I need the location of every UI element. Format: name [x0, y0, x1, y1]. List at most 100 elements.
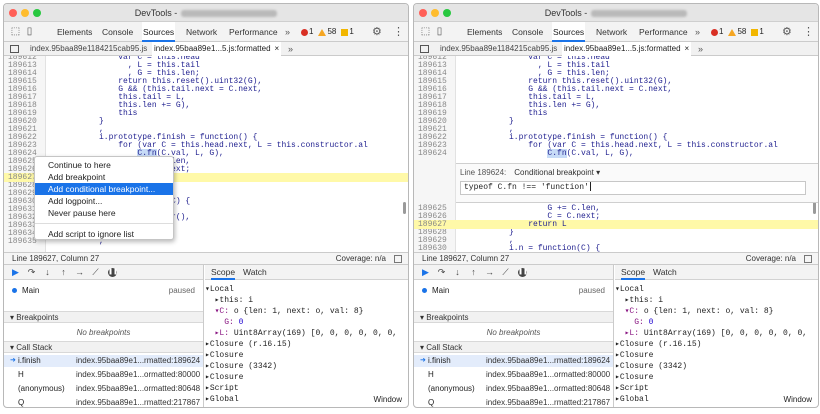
scope-var-g[interactable]: G: 0	[615, 317, 818, 328]
call-frame[interactable]: ➜ i.finish index.95baa89e1...rmatted:18962…	[414, 355, 613, 367]
line-number[interactable]: 189613	[8, 61, 44, 70]
line-number[interactable]: 189619	[418, 109, 454, 118]
code-line[interactable]: 189614 , G = this.len;	[4, 69, 408, 78]
resume-icon[interactable]: ▶	[420, 267, 431, 278]
settings-gear-icon[interactable]: ⚙	[782, 25, 792, 38]
frame-location[interactable]: index.95baa89e1...rmatted:189624	[486, 355, 610, 367]
code-line[interactable]: 189622 i.prototype.finish = function() {	[4, 133, 408, 142]
scope-local[interactable]: ▾Local	[615, 284, 818, 295]
code-line[interactable]: 189623 for (var C = this.head.next, L = …	[4, 141, 408, 150]
call-frame[interactable]: Qindex.95baa89e1...rmatted:217867	[4, 397, 203, 407]
line-number[interactable]: 189614	[418, 69, 454, 78]
toggle-panel-icon[interactable]	[804, 255, 812, 263]
code-line[interactable]: 189612 var C = this.head	[4, 56, 408, 62]
code-line[interactable]: 189614 , G = this.len;	[414, 69, 818, 78]
scope-closure[interactable]: ▸Closure (r.16.15)	[615, 339, 818, 350]
more-files-button[interactable]: »	[288, 42, 293, 56]
line-number[interactable]: 189625	[418, 204, 454, 213]
line-number[interactable]: 189613	[418, 61, 454, 70]
frame-location[interactable]: index.95baa89e1...ormatted:80648	[76, 383, 200, 395]
line-number[interactable]: 189626	[418, 212, 454, 221]
frame-location[interactable]: index.95baa89e1...ormatted:80000	[486, 369, 610, 381]
scope-global[interactable]: ▸Global Window	[205, 394, 408, 405]
code-line[interactable]: 189623 for (var C = this.head.next, L = …	[414, 141, 818, 150]
scope-this[interactable]: ▸this: i	[615, 295, 818, 306]
menu-never-pause-here[interactable]: Never pause here	[35, 207, 173, 219]
line-number[interactable]: 189620	[8, 117, 44, 126]
tab-console[interactable]: Console	[101, 22, 134, 42]
more-tabs-button[interactable]: »	[695, 22, 700, 42]
toggle-panel-icon[interactable]	[394, 255, 402, 263]
scope-global[interactable]: ▸Global Window	[615, 394, 818, 405]
more-tabs-button[interactable]: »	[285, 22, 290, 42]
menu-add-conditional-breakpoint[interactable]: Add conditional breakpoint...	[35, 183, 173, 195]
frame-location[interactable]: index.95baa89e1...ormatted:80000	[76, 369, 200, 381]
code-line[interactable]: 189630 i.n = function(C) {	[414, 244, 818, 252]
editor-scrollbar[interactable]	[403, 202, 406, 214]
code-line[interactable]: 189619 this	[4, 109, 408, 118]
line-number[interactable]: 189627	[418, 220, 454, 229]
line-number[interactable]: 189618	[8, 101, 44, 110]
step-out-icon[interactable]: ↑	[58, 267, 69, 278]
menu-add-breakpoint[interactable]: Add breakpoint	[35, 171, 173, 183]
tab-network[interactable]: Network	[595, 22, 628, 42]
scope-closure[interactable]: ▸Closure (3342)	[615, 361, 818, 372]
menu-add-script-to-ignore-list[interactable]: Add script to ignore list	[35, 228, 173, 240]
line-number[interactable]: 189617	[8, 93, 44, 102]
issue-badges[interactable]: 1 58 1	[301, 27, 354, 37]
code-line[interactable]: 189616 G && (this.tail.next = C.next,	[4, 85, 408, 94]
scope-closure[interactable]: ▸Closure	[615, 350, 818, 361]
breakpoints-section-header[interactable]: ▾ Breakpoints	[414, 311, 613, 323]
code-line[interactable]: 189612 var C = this.head	[414, 56, 818, 62]
device-toolbar-icon[interactable]: ▯	[434, 26, 445, 37]
breakpoints-section-header[interactable]: ▾ Breakpoints	[4, 311, 203, 323]
line-number[interactable]: 189612	[8, 56, 44, 62]
scope-this[interactable]: ▸this: i	[205, 295, 408, 306]
thread-row[interactable]: Main paused	[4, 285, 203, 297]
line-number[interactable]: 189617	[418, 93, 454, 102]
code-line[interactable]: 189615 return this.reset().uint32(G),	[414, 77, 818, 86]
step-out-icon[interactable]: ↑	[468, 267, 479, 278]
tab-sources[interactable]: Sources	[142, 22, 176, 42]
line-number[interactable]: 189623	[8, 141, 44, 150]
scope-local[interactable]: ▾Local	[205, 284, 408, 295]
call-frame[interactable]: Hindex.95baa89e1...ormatted:80000	[4, 369, 203, 381]
scope-var-c[interactable]: ▾C: o {len: 1, next: o, val: 8}	[205, 306, 408, 317]
code-line[interactable]: 189613 , L = this.tail	[414, 61, 818, 70]
settings-gear-icon[interactable]: ⚙	[372, 25, 382, 38]
line-number[interactable]: 189616	[418, 85, 454, 94]
close-tab-icon[interactable]: ×	[685, 44, 690, 53]
call-frame[interactable]: (anonymous) index.95baa89e1...ormatted:80…	[4, 383, 203, 395]
code-line[interactable]: 189620 }	[414, 117, 818, 126]
line-number[interactable]: 189622	[8, 133, 44, 142]
call-frame[interactable]: ➜ i.finish index.95baa89e1...rmatted:18962…	[4, 355, 203, 367]
tab-console[interactable]: Console	[511, 22, 544, 42]
code-line[interactable]: 189624 C.fn(C.val, L, G),	[414, 149, 818, 158]
line-number[interactable]: 189616	[8, 85, 44, 94]
close-tab-icon[interactable]: ×	[275, 44, 280, 53]
resume-icon[interactable]: ▶	[10, 267, 21, 278]
frame-location[interactable]: index.95baa89e1...rmatted:217867	[486, 397, 610, 407]
scope-var-c[interactable]: ▾C: o {len: 1, next: o, val: 8}	[615, 306, 818, 317]
step-icon[interactable]: →	[74, 267, 85, 278]
line-number[interactable]: 189621	[418, 125, 454, 134]
line-number[interactable]: 189618	[418, 101, 454, 110]
file-tab-formatted[interactable]: index.95baa89e1...5.js:formatted ×	[562, 42, 692, 56]
line-number[interactable]: 189620	[418, 117, 454, 126]
call-frame[interactable]: (anonymous) index.95baa89e1...ormatted:80…	[414, 383, 613, 395]
tab-watch[interactable]: Watch	[243, 265, 267, 280]
file-tab-formatted[interactable]: index.95baa89e1...5.js:formatted ×	[152, 42, 282, 56]
step-icon[interactable]: →	[484, 267, 495, 278]
more-options-icon[interactable]: ⋮	[393, 25, 404, 38]
code-line[interactable]: 189618 this.len += G),	[4, 101, 408, 110]
line-number[interactable]: 189619	[8, 109, 44, 118]
code-line[interactable]: 189629 ,	[414, 236, 818, 245]
step-over-icon[interactable]: ↷	[436, 267, 447, 278]
code-line[interactable]: 189626 C = C.next;	[414, 212, 818, 221]
deactivate-breakpoints-icon[interactable]: ⟋	[90, 267, 101, 278]
pause-on-exceptions-icon[interactable]: ❚❚	[108, 268, 118, 277]
tab-performance[interactable]: Performance	[638, 22, 689, 42]
code-line[interactable]: 189617 this.tail = L,	[414, 93, 818, 102]
menu-continue-to-here[interactable]: Continue to here	[35, 159, 173, 171]
line-number[interactable]: 189624	[418, 149, 454, 158]
